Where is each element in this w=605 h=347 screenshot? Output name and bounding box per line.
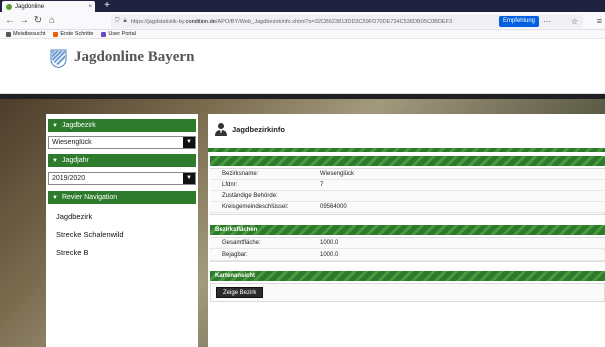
info-row: Zuständige Behörde:: [210, 191, 605, 202]
jagdbezirk-header: ▼ Jagdbezirk: [48, 119, 196, 132]
jagdjahr-header: ▼ Jagdjahr: [48, 154, 196, 167]
navigation-toolbar: ← → ↻ ⌂ ⛉ 🔒︎ https://jagdstatistik-by.co…: [0, 12, 605, 30]
bookmark-icon: [101, 31, 107, 37]
browser-tab[interactable]: Jagdonline ×: [2, 1, 95, 12]
caret-down-icon: ▼: [52, 122, 58, 129]
caret-down-icon: ▼: [52, 194, 58, 201]
tab-favicon-icon: [6, 3, 12, 10]
url-bar[interactable]: ⛉ 🔒︎ https://jagdstatistik-by.condition.…: [111, 15, 583, 28]
lock-icon[interactable]: 🔒︎: [124, 18, 127, 25]
bookmarks-bar: Meistbesucht Erste Schritte User Portal: [0, 30, 605, 39]
nav-item-strecke-b[interactable]: Strecke B: [56, 248, 89, 257]
star-icon[interactable]: ☆: [571, 15, 578, 28]
main-panel: Jagdbezirkinfo Bezirksname: Wiesenglück L…: [208, 114, 605, 347]
nav-item-jagdbezirk[interactable]: Jagdbezirk: [56, 212, 92, 221]
firefox-icon: [53, 31, 59, 37]
shield-icon[interactable]: ⛉: [115, 18, 120, 25]
tab-title: Jagdonline: [15, 3, 45, 10]
info-row: Bezirksname: Wiesenglück: [210, 169, 605, 180]
home-icon[interactable]: ⌂: [46, 15, 58, 27]
karten-box: [210, 283, 605, 302]
info-row: Kreisgemeindeschlüssel: 09564000: [210, 202, 605, 213]
dropdown-arrow-icon[interactable]: ▼: [183, 173, 195, 184]
divider-stripe: [208, 148, 605, 152]
tab-close-icon[interactable]: ×: [88, 4, 92, 10]
back-icon[interactable]: ←: [4, 15, 16, 27]
forward-icon[interactable]: →: [18, 15, 30, 27]
flaechen-row: Gesamtfläche: 1000.0: [210, 238, 605, 249]
dropdown-arrow-icon[interactable]: ▼: [183, 137, 195, 148]
jagdjahr-select[interactable]: 2019/2020 ▼: [48, 172, 196, 185]
caret-down-icon: ▼: [52, 157, 58, 164]
bookmark-meistbesucht[interactable]: Meistbesucht: [6, 31, 45, 37]
nav-item-strecke-schalenwild[interactable]: Strecke Schalenwild: [56, 230, 124, 239]
browser-tab-strip: Jagdonline × +: [0, 0, 605, 12]
reload-icon[interactable]: ↻: [32, 15, 44, 27]
info-row: Lfdnr: 7: [210, 180, 605, 191]
bavaria-crest-icon: [50, 49, 67, 68]
bookmark-user-portal[interactable]: User Portal: [101, 31, 136, 37]
jagdbezirk-select[interactable]: Wiesenglück ▼: [48, 136, 196, 149]
zeige-bezirk-button[interactable]: Zeige Bezirk: [216, 287, 264, 298]
user-avatar-icon: [215, 123, 227, 136]
new-tab-button[interactable]: +: [102, 0, 112, 12]
bezirksflaechen-header: Bezirksflächen: [210, 225, 605, 235]
site-title: Jagdonline Bayern: [74, 49, 195, 65]
info-header-stripe: [210, 156, 605, 166]
revier-navigation-header: ▼ Revier Navigation: [48, 191, 196, 204]
menu-icon[interactable]: ≡: [597, 15, 602, 27]
bookmark-erste-schritte[interactable]: Erste Schritte: [53, 31, 93, 37]
kartenansicht-header: Kartenansicht: [210, 271, 605, 281]
sidebar: ▼ Jagdbezirk Wiesenglück ▼ ▼ Jagdjahr 20…: [46, 114, 198, 347]
site-header: Jagdonline Bayern: [0, 39, 605, 94]
page-actions-icon[interactable]: ⋯: [543, 15, 551, 28]
page-title: Jagdbezirkinfo: [232, 125, 285, 134]
gear-icon: [6, 31, 11, 37]
recommend-button[interactable]: Empfehlung: [498, 16, 539, 27]
flaechen-row: Bejagbar: 1000.0: [210, 250, 605, 261]
